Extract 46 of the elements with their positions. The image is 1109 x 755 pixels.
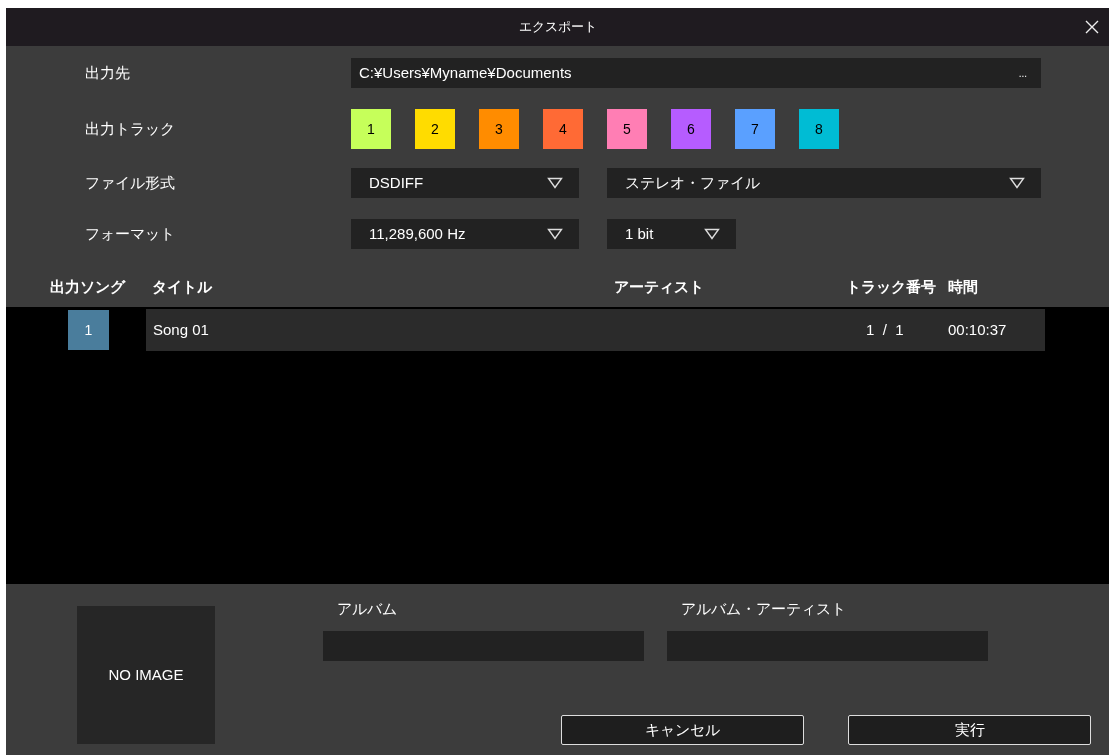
window-title: エクスポート (518, 18, 597, 37)
path-value: C:¥Users¥Myname¥Documents (359, 62, 572, 83)
track-button[interactable]: 6 (671, 109, 711, 149)
track-button[interactable]: 7 (735, 109, 775, 149)
dropdown-arrow-icon (704, 228, 720, 240)
dropdown-value: 11,289,600 Hz (369, 223, 466, 244)
track-button[interactable]: 2 (415, 109, 455, 149)
track-button[interactable]: 5 (607, 109, 647, 149)
text-field[interactable] (667, 631, 988, 661)
dialog-button[interactable]: キャンセル (561, 715, 804, 745)
column-header: アーティスト (614, 276, 705, 297)
field-label: アルバム・アーティスト (680, 599, 847, 619)
dropdown-value: 1 bit (625, 223, 654, 244)
dropdown-arrow-icon (1009, 177, 1025, 189)
dropdown[interactable]: 1 bit (607, 219, 736, 249)
table-cell-text: 00:10:37 (948, 319, 1008, 340)
column-header: 時間 (948, 276, 979, 297)
dialog-button[interactable]: 実行 (848, 715, 1091, 745)
dropdown[interactable]: 11,289,600 Hz (351, 219, 579, 249)
field-label: 出力トラック (84, 118, 176, 139)
track-button[interactable]: 1 (351, 109, 391, 149)
dropdown-arrow-icon (547, 177, 563, 189)
close-icon[interactable] (1085, 20, 1099, 34)
field-label: 出力先 (84, 62, 131, 83)
dropdown[interactable]: ステレオ・ファイル (607, 168, 1041, 198)
table-cell-text: 1 / 1 (865, 319, 905, 340)
dropdown-value: ステレオ・ファイル (625, 172, 760, 193)
column-header: 出力ソング (49, 276, 127, 297)
no-image-label: NO IMAGE (108, 664, 184, 685)
field-label: アルバム (336, 599, 398, 619)
table-cell-text: Song 01 (152, 319, 210, 340)
track-button[interactable]: 3 (479, 109, 519, 149)
track-button[interactable]: 8 (799, 109, 839, 149)
text-field[interactable] (323, 631, 644, 661)
dropdown[interactable]: DSDIFF (351, 168, 579, 198)
path-field[interactable]: C:¥Users¥Myname¥Documents ... (351, 58, 1041, 88)
column-header: タイトル (152, 276, 213, 297)
browse-button[interactable]: ... (1018, 65, 1027, 81)
song-output-toggle[interactable]: 1 (68, 310, 109, 350)
dropdown-arrow-icon (547, 228, 563, 240)
track-button[interactable]: 4 (543, 109, 583, 149)
song-row[interactable]: Song 01 1 / 1 00:10:37 (146, 309, 1045, 351)
dropdown-value: DSDIFF (369, 172, 424, 193)
field-label: フォーマット (84, 223, 176, 244)
column-header: トラック番号 (846, 276, 937, 297)
field-label: ファイル形式 (84, 172, 176, 193)
